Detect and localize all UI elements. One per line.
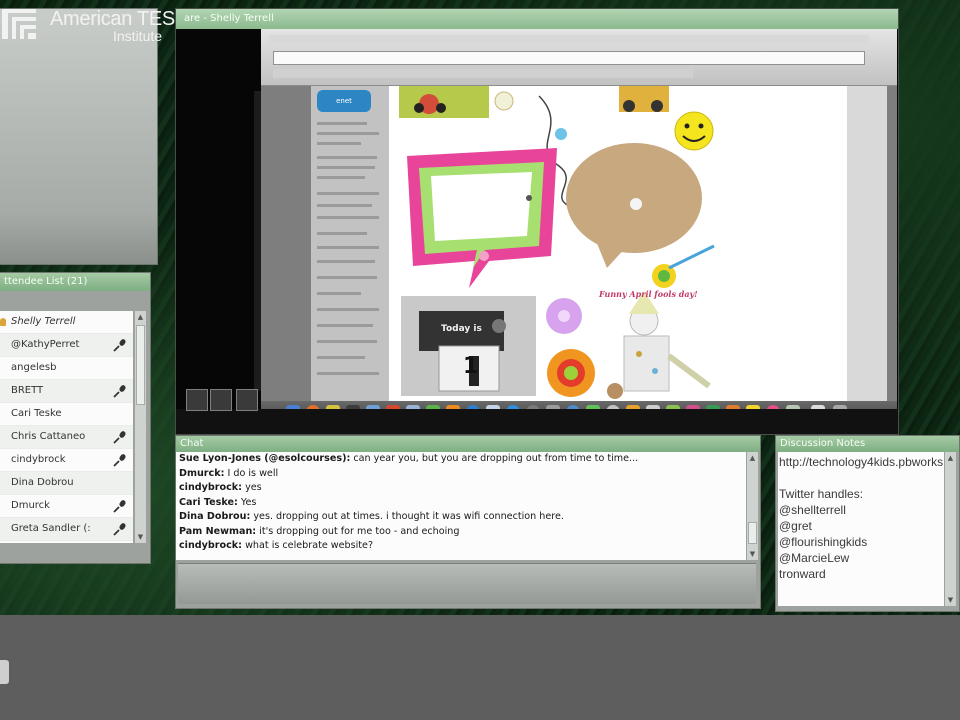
share-bottom-bar (176, 409, 898, 434)
chat-messages: Sue Lyon-Jones (@esolcourses): can year … (176, 452, 746, 560)
browser-toolbar (261, 29, 897, 86)
logo-subtitle: Institute (113, 28, 163, 44)
attendee-row[interactable]: Chris Cattaneo (0, 426, 133, 449)
scroll-up-icon[interactable]: ▲ (946, 453, 955, 463)
chat-message: cindybrock: what is celebrate website? (176, 539, 746, 554)
chat-message: cindybrock: yes (176, 481, 746, 496)
calendar-number: 1 (463, 354, 479, 379)
chat-text: I do is well (224, 467, 279, 479)
microphone-icon[interactable] (113, 499, 127, 513)
chat-message: Pam Newman: it's dropping out for me too… (176, 525, 746, 540)
attendee-list: Shelly Terrell @KathyPerret angelesb BRETT C… (0, 311, 133, 543)
april-fools-caption: Funny April fools day! (599, 289, 698, 299)
browser-url-bar (273, 51, 865, 65)
microphone-icon[interactable] (113, 430, 127, 444)
bottom-bar (0, 615, 960, 720)
calendar-label: Today is (441, 324, 482, 334)
scroll-down-icon[interactable]: ▼ (136, 532, 145, 542)
microphone-icon[interactable] (113, 522, 127, 536)
scrollbar-thumb[interactable] (136, 325, 145, 405)
attendee-panel-title: ttendee List (21) (0, 273, 150, 291)
attendee-name: @KathyPerret (11, 339, 80, 350)
attendee-name: Chris Cattaneo (11, 431, 86, 442)
american-tesol-logo: American TESOL Institute (0, 0, 201, 46)
chat-message: Dina Dobrou: yes. dropping out at times.… (176, 510, 746, 525)
view-mode-button[interactable] (210, 389, 232, 411)
scrollbar-thumb[interactable] (748, 522, 757, 544)
logo-mark-icon (2, 9, 36, 39)
browser-scrollbar-area (847, 86, 887, 401)
april-fools-artwork (399, 86, 715, 399)
attendee-row[interactable]: Greta Sandler (: (0, 518, 133, 541)
bottom-side-button[interactable] (0, 660, 9, 684)
discussion-notes-panel: Discussion Notes http://technology4kids.… (775, 435, 960, 612)
attendee-row[interactable]: BRETT (0, 380, 133, 403)
chat-input[interactable] (178, 563, 756, 604)
chat-text: can year you, but you are dropping out f… (350, 453, 639, 464)
chat-text: yes. dropping out at times. i thought it… (250, 511, 564, 522)
attendee-name: BRETT (11, 385, 44, 396)
attendee-name: cindybrock (11, 454, 66, 465)
chat-text: what is celebrate website? (242, 540, 374, 551)
chat-scrollbar[interactable]: ▲ ▼ (747, 452, 758, 560)
chat-sender: Dmurck: (179, 467, 225, 479)
attendee-name: Shelly Terrell (11, 316, 76, 327)
chat-sender: Dina Dobrou: (179, 511, 251, 522)
site-logo: enet (317, 90, 371, 112)
attendee-name: Dmurck (11, 500, 50, 511)
chat-sender: cindybrock: (179, 482, 243, 493)
attendee-name: Greta Sandler (: (11, 523, 91, 534)
share-window-title: are - Shelly Terrell (176, 9, 898, 29)
scroll-down-icon[interactable]: ▼ (748, 549, 757, 559)
attendee-scrollbar[interactable]: ▲ ▼ (135, 311, 146, 543)
attendee-name: angelesb (11, 362, 57, 373)
scroll-down-icon[interactable]: ▼ (946, 595, 955, 605)
attendee-row[interactable]: angelesb (0, 357, 133, 380)
chat-sender: Sue Lyon-Jones (@esolcourses): (179, 453, 351, 464)
chat-panel-title: Chat (176, 436, 760, 452)
chat-panel: Chat Sue Lyon-Jones (@esolcourses): can … (175, 435, 761, 609)
attendee-row[interactable]: cindybrock (0, 449, 133, 472)
notes-scrollbar[interactable]: ▲ ▼ (945, 452, 956, 606)
shared-webpage: Funny April fools day! Today is 1 (389, 86, 847, 401)
chat-sender: Pam Newman: (179, 525, 257, 537)
attendee-row[interactable]: Dmurck (0, 495, 133, 518)
chat-sender: Cari Teske: (179, 496, 238, 508)
chat-message: Dmurck: I do is well (176, 467, 746, 482)
chat-text: Yes (237, 496, 257, 508)
site-sidebar: enet (311, 86, 389, 401)
shared-desktop: enet Funny April fools day! Today is 1 (261, 29, 897, 414)
attendee-name: Cari Teske (11, 408, 62, 419)
scroll-up-icon[interactable]: ▲ (748, 453, 757, 463)
attendee-row[interactable]: Shelly Terrell (0, 311, 133, 334)
chat-message: Cari Teske: Yes (176, 496, 746, 511)
chat-sender: cindybrock: (179, 540, 243, 551)
chat-text: yes (242, 482, 262, 493)
user-icon (0, 318, 6, 326)
attendee-list-panel: ttendee List (21) Shelly Terrell @KathyPe… (0, 272, 151, 564)
attendee-row[interactable]: Dina Dobrou (0, 472, 133, 495)
view-mode-button[interactable] (186, 389, 208, 411)
left-top-panel (0, 8, 158, 265)
view-mode-button[interactable] (236, 389, 258, 411)
screen-share-window: are - Shelly Terrell enet Funny April fo… (175, 8, 899, 435)
microphone-icon[interactable] (113, 453, 127, 467)
scroll-up-icon[interactable]: ▲ (136, 312, 145, 322)
chat-text: it's dropping out for me too - and echoi… (256, 525, 460, 537)
microphone-icon[interactable] (113, 384, 127, 398)
attendee-row[interactable]: @KathyPerret (0, 334, 133, 357)
discussion-notes-text[interactable]: http://technology4kids.pbworks.com/globa… (778, 452, 944, 606)
notes-panel-title: Discussion Notes (776, 436, 959, 452)
chat-message: Sue Lyon-Jones (@esolcourses): can year … (176, 452, 746, 467)
attendee-name: Dina Dobrou (11, 477, 74, 488)
attendee-row[interactable]: Cari Teske (0, 403, 133, 426)
microphone-icon[interactable] (113, 338, 127, 352)
